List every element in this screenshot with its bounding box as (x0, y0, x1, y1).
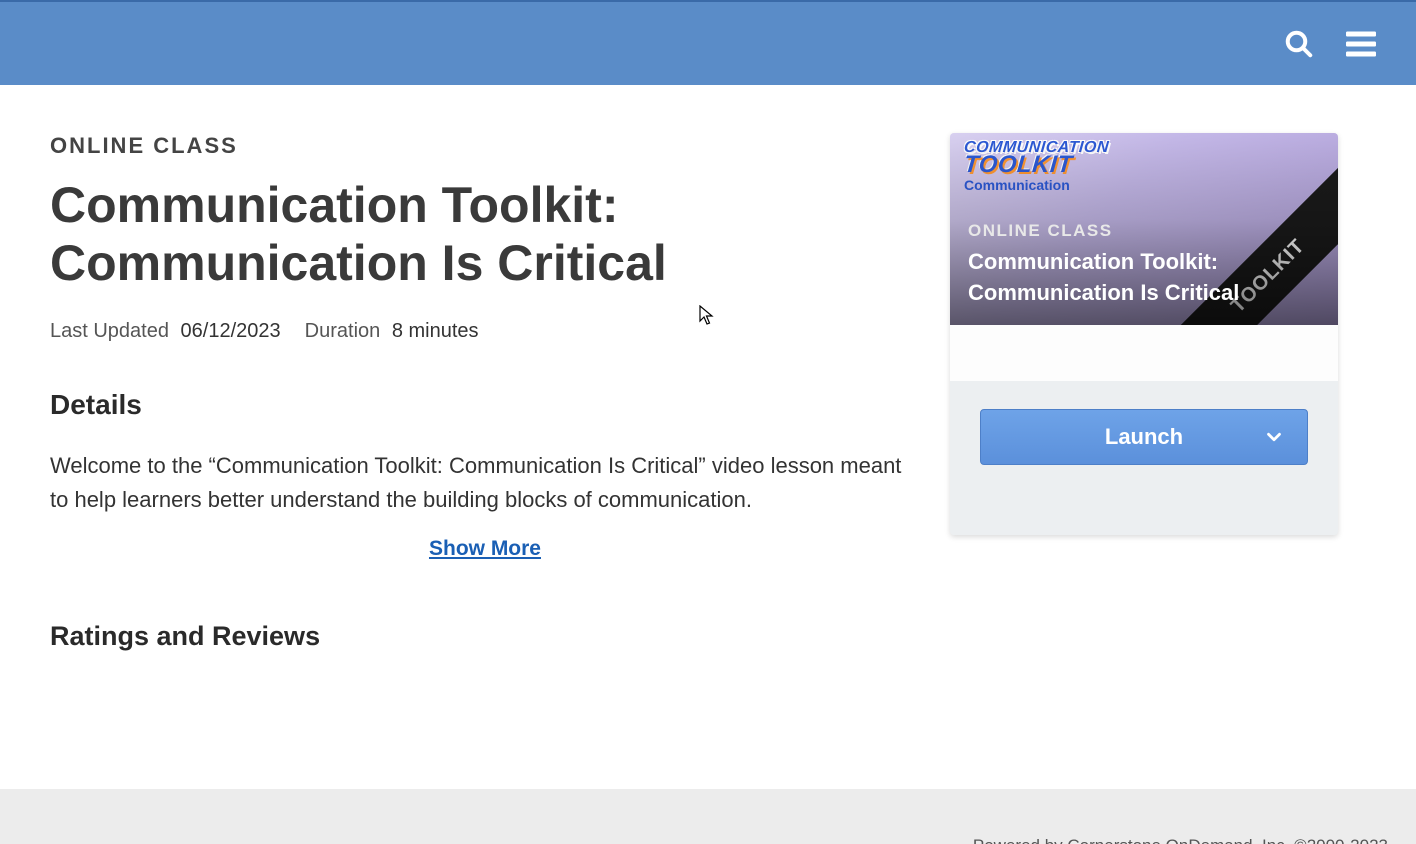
card-type-label: ONLINE CLASS (968, 221, 1320, 241)
course-card: COMMUNICATION TOOLKIT Communication TOOL… (950, 133, 1338, 535)
details-text: Welcome to the “Communication Toolkit: C… (50, 449, 920, 517)
course-card-column: COMMUNICATION TOOLKIT Communication TOOL… (950, 133, 1338, 652)
details-heading: Details (50, 389, 920, 421)
last-updated: Last Updated 06/12/2023 (50, 320, 281, 343)
course-meta-row: Last Updated 06/12/2023 Duration 8 minut… (50, 320, 920, 343)
hamburger-menu-icon[interactable] (1346, 31, 1376, 57)
search-icon[interactable] (1284, 29, 1314, 59)
course-type-label: ONLINE CLASS (50, 133, 920, 159)
card-spacer (950, 325, 1338, 381)
course-card-image: COMMUNICATION TOOLKIT Communication TOOL… (950, 133, 1338, 325)
show-more-link[interactable]: Show More (50, 537, 920, 561)
course-title: Communication Toolkit: Communication Is … (50, 177, 920, 292)
ratings-heading: Ratings and Reviews (50, 621, 920, 652)
card-art-line2: TOOLKIT (963, 151, 1110, 179)
card-art-line1: COMMUNICATION (963, 139, 1109, 157)
footer: Powered by Cornerstone OnDemand, Inc. ©2… (0, 789, 1416, 844)
duration-value: 8 minutes (392, 320, 479, 342)
last-updated-value: 06/12/2023 (181, 320, 281, 342)
footer-text: Powered by Cornerstone OnDemand, Inc. ©2… (973, 836, 1388, 844)
card-art-badge: COMMUNICATION TOOLKIT Communication (964, 139, 1109, 193)
launch-button-label: Launch (1105, 424, 1183, 450)
last-updated-label: Last Updated (50, 320, 169, 342)
card-title: Communication Toolkit: Communication Is … (968, 247, 1320, 309)
chevron-down-icon[interactable] (1263, 426, 1285, 448)
course-info-column: ONLINE CLASS Communication Toolkit: Comm… (50, 133, 920, 652)
main-content: ONLINE CLASS Communication Toolkit: Comm… (0, 85, 1416, 652)
duration: Duration 8 minutes (305, 320, 479, 343)
card-art-line3: Communication (964, 177, 1109, 193)
top-nav-bar (0, 0, 1416, 85)
card-body: Launch (950, 381, 1338, 535)
duration-label: Duration (305, 320, 381, 342)
launch-button[interactable]: Launch (980, 409, 1308, 465)
